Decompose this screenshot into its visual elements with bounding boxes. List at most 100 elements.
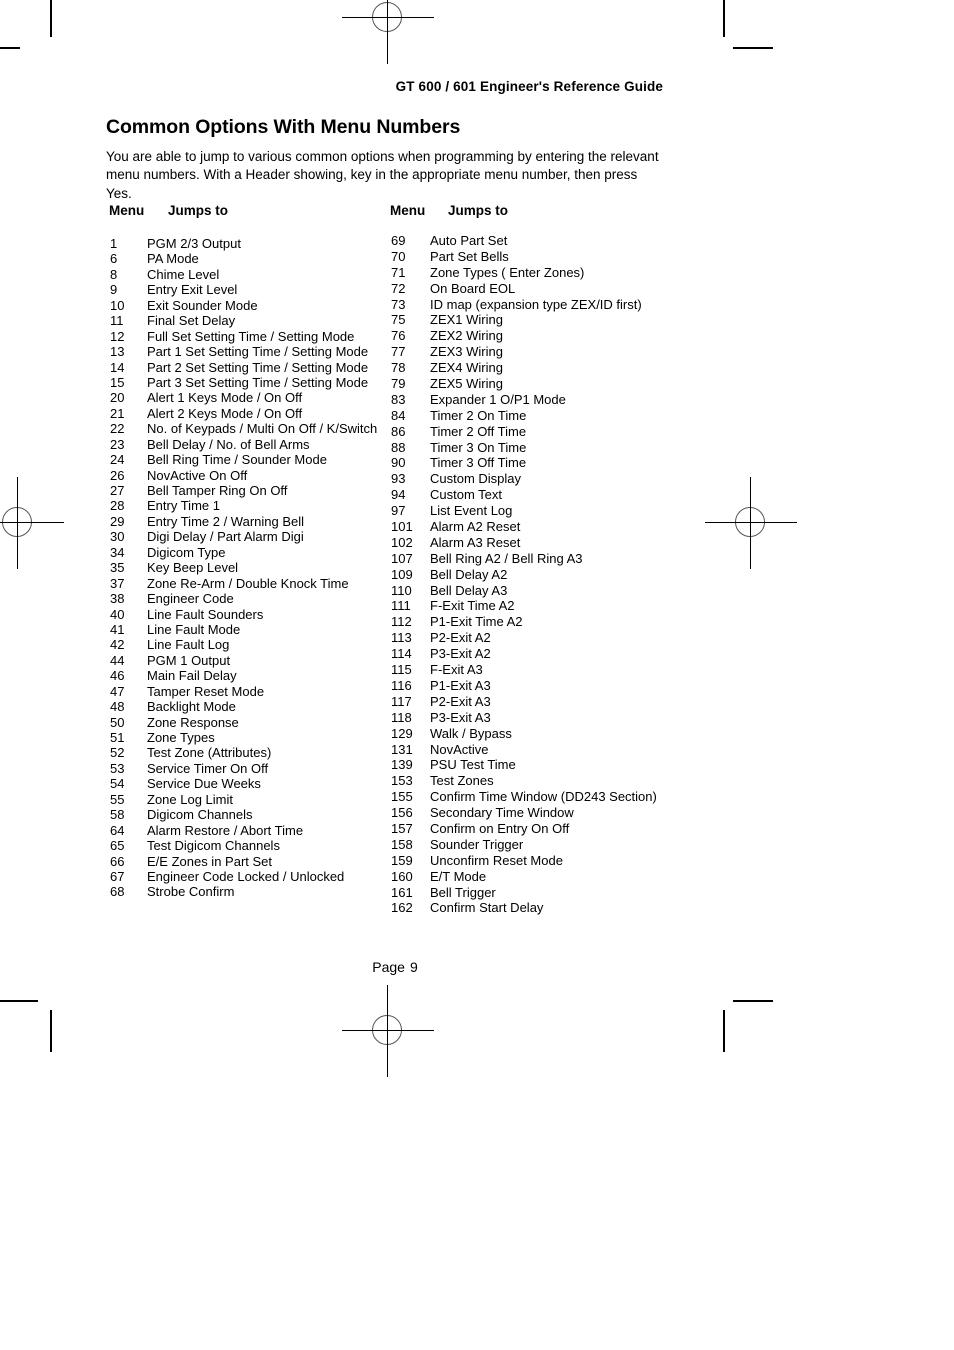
menu-entry-label: Alarm Restore / Abort Time [147, 822, 304, 838]
menu-entry-label: Zone Response [147, 714, 239, 730]
menu-entry-label: Line Fault Sounders [147, 606, 264, 622]
menu-entry-number: 139 [391, 757, 413, 773]
menu-entry-number: 40 [110, 606, 125, 622]
menu-entry-number: 155 [391, 789, 413, 805]
menu-entry-number: 21 [110, 405, 125, 421]
menu-entry-number: 94 [391, 487, 406, 503]
menu-entry-number: 90 [391, 455, 406, 471]
menu-entry-number: 6 [110, 251, 118, 267]
right-column-header-jumps-to: Jumps to [448, 203, 509, 218]
menu-entry-number: 44 [110, 652, 125, 668]
menu-entry-label: Main Fail Delay [147, 668, 237, 684]
menu-entry-number: 1 [110, 236, 118, 251]
menu-entry-number: 14 [110, 359, 125, 375]
menu-entry-number: 157 [391, 820, 413, 836]
menu-entry-label: ZEX1 Wiring [430, 312, 503, 328]
menu-entry-number: 11 [110, 313, 124, 329]
menu-entry-label: Bell Delay A3 [430, 582, 508, 598]
menu-entry-label: Bell Trigger [430, 884, 496, 900]
document-page: GT 600 / 601 Engineer's Reference Guide … [0, 0, 954, 1350]
column-headers: Menu Jumps to Menu Jumps to [0, 203, 954, 221]
menu-entry-label: Entry Exit Level [147, 282, 238, 298]
menu-entry-number: 29 [110, 513, 125, 529]
menu-entry-number: 34 [110, 544, 125, 560]
menu-entry-number: 68 [110, 884, 125, 900]
menu-entry-number: 65 [110, 838, 125, 854]
menu-entry-number: 114 [391, 646, 412, 662]
menu-entry-label: Sounder Trigger [430, 836, 524, 852]
menu-entry-label: Bell Ring Time / Sounder Mode [147, 452, 327, 468]
menu-entry-number: 78 [391, 360, 406, 376]
menu-entry-number: 84 [391, 407, 406, 423]
menu-entry-number: 30 [110, 529, 125, 545]
menu-entry-label: Line Fault Log [147, 637, 230, 653]
menu-entry-number: 23 [110, 436, 125, 452]
menu-entry-number: 153 [391, 773, 413, 789]
menu-entry-label: ID map (expansion type ZEX/ID first) [430, 296, 642, 312]
menu-entry-number: 131 [391, 741, 413, 757]
menu-entry-number: 13 [110, 344, 125, 360]
menu-entry-number: 79 [391, 376, 406, 392]
menu-entry-label: Auto Part Set [430, 233, 508, 248]
menu-entry-label: P3-Exit A3 [430, 709, 491, 725]
menu-entry-number: 22 [110, 421, 125, 437]
menu-entry-number: 158 [391, 836, 413, 852]
menu-entry-label: Full Set Setting Time / Setting Mode [147, 328, 355, 344]
menu-entry-label: Service Timer On Off [147, 760, 269, 776]
menu-entry-number: 24 [110, 452, 125, 468]
menu-entry-label: P1-Exit A3 [430, 677, 491, 693]
left-column-header-menu: Menu [109, 203, 145, 218]
menu-entry-number: 118 [391, 709, 412, 725]
menu-entry-label: Strobe Confirm [147, 884, 235, 900]
menu-entry-number: 37 [110, 575, 125, 591]
page-title: Common Options With Menu Numbers [106, 116, 461, 139]
menu-entry-number: 52 [110, 745, 125, 761]
menu-entry-label: Digicom Channels [147, 807, 253, 823]
menu-entry-label: List Event Log [430, 503, 513, 519]
menu-entry-number: 115 [391, 662, 412, 678]
menu-entry-label: PA Mode [147, 251, 199, 267]
menu-entry-label: Service Due Weeks [147, 776, 261, 792]
menu-entry-number: 35 [110, 560, 125, 576]
menu-entry-label: Final Set Delay [147, 313, 236, 329]
menu-entry-label: Digi Delay / Part Alarm Digi [147, 529, 304, 545]
menu-entry-number: 10 [110, 297, 125, 313]
left-column-header-jumps-to: Jumps to [168, 203, 229, 218]
menu-entry-number: 75 [391, 312, 406, 328]
menu-entry-number: 54 [110, 776, 125, 792]
page-value: 9 [409, 959, 418, 975]
menu-entry-label: No. of Keypads / Multi On Off / K/Switch [147, 421, 378, 437]
right-column-header-menu: Menu [390, 203, 426, 218]
menu-entry-number: 26 [110, 467, 125, 483]
menu-entry-label: F-Exit A3 [430, 662, 483, 678]
menu-entry-number: 53 [110, 760, 125, 776]
menu-entry-number: 102 [391, 534, 413, 550]
menu-entry-label: Entry Time 2 / Warning Bell [147, 513, 305, 529]
menu-entry-number: 47 [110, 683, 125, 699]
menu-entry-label: Test Digicom Channels [147, 838, 280, 854]
menu-entry-label: P2-Exit A2 [430, 630, 491, 646]
menu-entry-number: 111 [391, 598, 411, 614]
menu-entry-label: P1-Exit Time A2 [430, 614, 523, 630]
menu-entry-label: Confirm on Entry On Off [430, 820, 570, 836]
running-head: GT 600 / 601 Engineer's Reference Guide [395, 79, 663, 94]
menu-entry-label: Bell Tamper Ring On Off [147, 483, 288, 498]
menu-entry-label: Chime Level [147, 266, 220, 282]
menu-entry-number: 12 [110, 328, 125, 344]
menu-entry-label: Timer 2 On Time [430, 407, 527, 423]
menu-entry-number: 110 [391, 582, 412, 598]
menu-entry-number: 101 [391, 519, 413, 535]
menu-entry-label: Digicom Type [147, 544, 226, 560]
menu-entry-number: 116 [391, 677, 412, 693]
menu-entry-number: 15 [110, 374, 125, 390]
menu-entry-number: 64 [110, 822, 125, 838]
menu-entry-label: E/T Mode [430, 868, 487, 884]
menu-entry-label: Key Beep Level [147, 560, 239, 576]
menu-entry-number: 42 [110, 637, 125, 653]
menu-entry-number: 83 [391, 391, 406, 407]
menu-entry-number: 97 [391, 503, 406, 519]
menu-entry-label: Part Set Bells [430, 248, 509, 264]
menu-entry-label: Exit Sounder Mode [147, 297, 258, 313]
menu-entry-number: 50 [110, 714, 125, 730]
menu-entry-number: 67 [110, 868, 125, 884]
